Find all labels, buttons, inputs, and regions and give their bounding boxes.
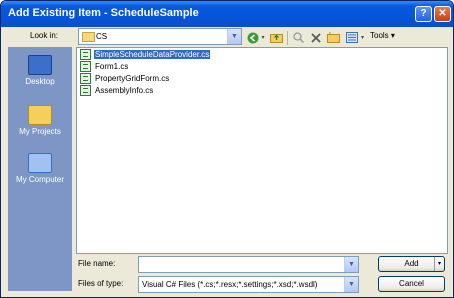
file-name-text: PropertyGridForm.cs (95, 74, 170, 83)
file-list[interactable]: SimpleScheduleDataProvider.cs Form1.cs P… (76, 47, 448, 254)
files-of-type-value: Visual C# Files (*.cs;*.resx;*.settings;… (142, 280, 318, 289)
files-of-type-dropdown[interactable]: Visual C# Files (*.cs;*.resx;*.settings;… (138, 276, 359, 293)
file-name-text: Form1.cs (95, 62, 129, 71)
close-button[interactable]: ✕ (434, 6, 451, 22)
folder-icon (82, 32, 95, 42)
up-folder-icon[interactable] (269, 31, 283, 44)
views-dropdown-icon[interactable]: ▾ (359, 31, 366, 44)
cs-file-icon (80, 73, 91, 84)
file-name-text: AssemblyInfo.cs (95, 86, 154, 95)
folder-icon (28, 105, 52, 125)
place-label: My Computer (15, 175, 64, 184)
cs-file-icon (80, 49, 91, 60)
back-dropdown-icon[interactable]: ▾ (260, 31, 266, 44)
dialog-title: Add Existing Item - ScheduleSample (8, 7, 199, 19)
look-in-value: CS (96, 32, 108, 41)
toolbar-separator (287, 31, 288, 45)
look-in-label: Look in: (30, 31, 59, 40)
places-bar: Desktop My Projects My Computer (8, 47, 72, 291)
files-of-type-label: Files of type: (78, 279, 124, 288)
add-dropdown-icon[interactable]: ▾ (434, 257, 444, 271)
file-name-text: SimpleScheduleDataProvider.cs (94, 50, 211, 59)
chevron-down-icon[interactable]: ▼ (344, 277, 358, 292)
list-item[interactable]: PropertyGridForm.cs (80, 73, 170, 84)
cs-file-icon (80, 85, 91, 96)
cs-file-icon (80, 61, 91, 72)
file-name-label: File name: (78, 259, 116, 268)
computer-icon (28, 153, 52, 173)
add-button-label: Add (404, 259, 419, 268)
tools-menu[interactable]: Tools ▾ (370, 31, 395, 40)
cancel-button[interactable]: Cancel (378, 276, 445, 292)
chevron-down-icon[interactable]: ▼ (227, 29, 241, 44)
list-item[interactable]: AssemblyInfo.cs (80, 85, 154, 96)
place-my-computer[interactable]: My Computer (8, 153, 72, 184)
list-item[interactable]: Form1.cs (80, 61, 129, 72)
back-icon[interactable] (246, 31, 259, 44)
desktop-icon (28, 55, 52, 75)
place-label: Desktop (25, 77, 55, 86)
help-button[interactable]: ? (415, 6, 432, 22)
add-existing-item-dialog: Add Existing Item - ScheduleSample ? ✕ L… (0, 0, 454, 298)
title-bar[interactable]: Add Existing Item - ScheduleSample ? ✕ (1, 1, 453, 27)
add-button[interactable]: Add ▾ (378, 256, 445, 272)
place-label: My Projects (19, 127, 61, 136)
chevron-down-icon[interactable]: ▼ (344, 257, 358, 272)
search-web-icon[interactable] (292, 31, 304, 44)
file-name-field[interactable]: ▼ (138, 256, 359, 273)
place-my-projects[interactable]: My Projects (8, 105, 72, 136)
place-desktop[interactable]: Desktop (8, 55, 72, 86)
look-in-dropdown[interactable]: CS ▼ (78, 28, 242, 45)
views-icon[interactable] (345, 31, 358, 44)
new-folder-icon[interactable] (327, 31, 340, 44)
list-item[interactable]: SimpleScheduleDataProvider.cs (80, 49, 211, 60)
delete-icon[interactable] (310, 31, 322, 44)
